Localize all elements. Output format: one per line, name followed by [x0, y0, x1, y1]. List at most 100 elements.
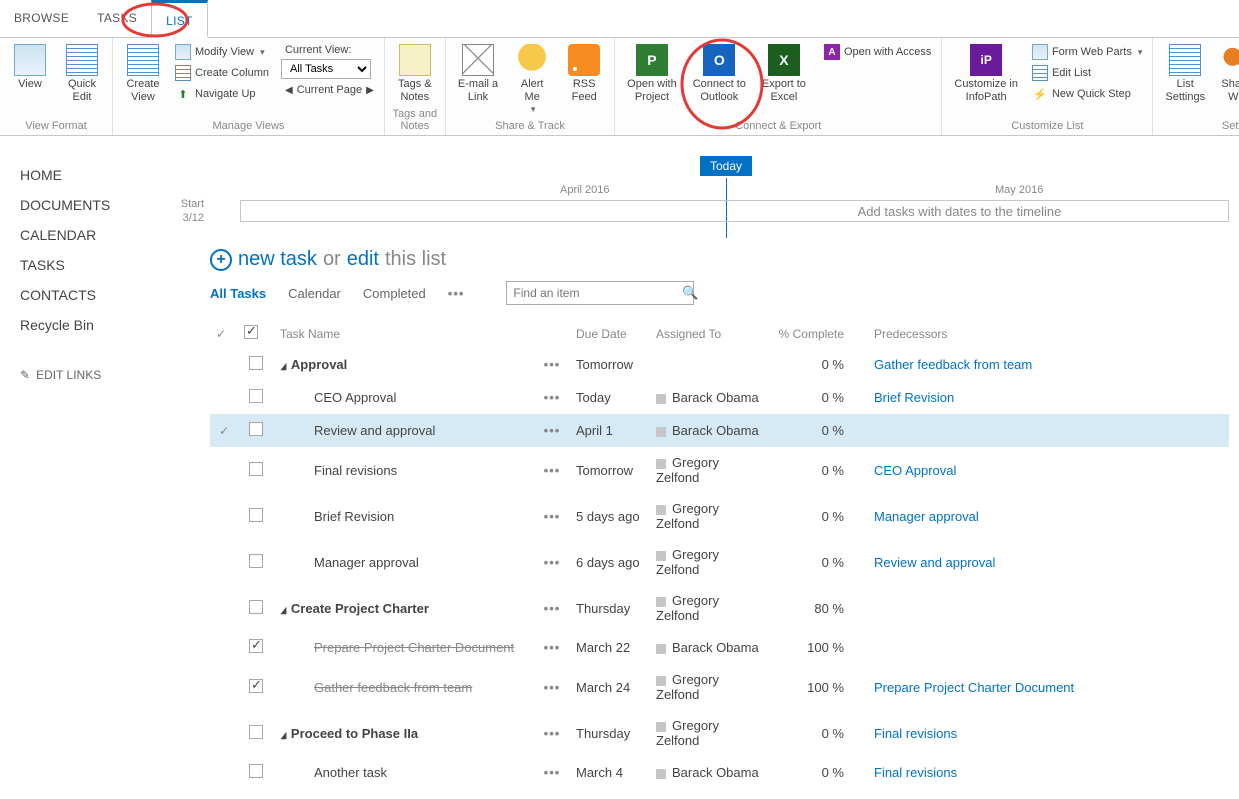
- row-menu-button[interactable]: •••: [544, 463, 561, 478]
- header-checkbox[interactable]: [244, 325, 258, 339]
- row-menu-button[interactable]: •••: [544, 390, 561, 405]
- connect-outlook-button[interactable]: O Connect to Outlook: [687, 42, 752, 106]
- list-settings-button[interactable]: List Settings: [1159, 42, 1211, 106]
- view-completed[interactable]: Completed: [363, 286, 426, 301]
- row-menu-button[interactable]: •••: [544, 601, 561, 616]
- export-excel-button[interactable]: X Export to Excel: [756, 42, 812, 106]
- predecessors[interactable]: Final revisions: [850, 756, 1229, 789]
- alert-me-button[interactable]: Alert Me: [508, 42, 556, 117]
- modify-view-button[interactable]: Modify View: [171, 42, 273, 62]
- row-checkbox[interactable]: [249, 554, 263, 568]
- timeline-box[interactable]: Add tasks with dates to the timeline: [240, 200, 1229, 222]
- row-checkbox[interactable]: [249, 600, 263, 614]
- assigned-to[interactable]: Gregory Zelfond: [650, 539, 770, 585]
- predecessors[interactable]: Final revisions: [850, 710, 1229, 756]
- email-link-button[interactable]: E-mail a Link: [452, 42, 504, 106]
- plus-icon[interactable]: +: [210, 249, 232, 271]
- current-view-select[interactable]: All Tasks: [281, 59, 371, 79]
- table-row[interactable]: Create Project Charter•••ThursdayGregory…: [210, 585, 1229, 631]
- tags-notes-button[interactable]: Tags & Notes: [391, 42, 439, 106]
- customize-infopath-button[interactable]: iP Customize in InfoPath: [948, 42, 1024, 106]
- tab-list[interactable]: LIST: [151, 0, 208, 38]
- prev-icon[interactable]: ◀: [285, 85, 293, 96]
- shared-with-button[interactable]: Shared With: [1215, 42, 1239, 106]
- task-name[interactable]: Manager approval: [280, 555, 419, 570]
- view-button[interactable]: View: [6, 42, 54, 93]
- assigned-to[interactable]: Gregory Zelfond: [650, 493, 770, 539]
- current-page-nav[interactable]: ◀ Current Page ▶: [281, 82, 378, 98]
- table-row[interactable]: Gather feedback from team•••March 24Greg…: [210, 664, 1229, 710]
- table-row[interactable]: Manager approval•••6 days agoGregory Zel…: [210, 539, 1229, 585]
- table-row[interactable]: Brief Revision•••5 days agoGregory Zelfo…: [210, 493, 1229, 539]
- new-task-link[interactable]: new task: [238, 248, 317, 271]
- row-checkbox[interactable]: [249, 725, 263, 739]
- open-with-access-button[interactable]: A Open with Access: [820, 42, 935, 62]
- predecessors[interactable]: [850, 631, 1229, 664]
- more-views-button[interactable]: •••: [448, 286, 465, 301]
- assigned-to[interactable]: Gregory Zelfond: [650, 585, 770, 631]
- row-menu-button[interactable]: •••: [544, 423, 561, 438]
- assigned-to[interactable]: Barack Obama: [650, 631, 770, 664]
- create-view-button[interactable]: Create View: [119, 42, 167, 106]
- row-checkbox[interactable]: [249, 508, 263, 522]
- task-name[interactable]: Another task: [280, 765, 387, 780]
- next-icon[interactable]: ▶: [366, 85, 374, 96]
- form-web-parts-button[interactable]: Form Web Parts: [1028, 42, 1146, 62]
- create-column-button[interactable]: Create Column: [171, 63, 273, 83]
- predecessors[interactable]: [850, 414, 1229, 447]
- row-menu-button[interactable]: •••: [544, 555, 561, 570]
- assigned-to[interactable]: Gregory Zelfond: [650, 664, 770, 710]
- row-menu-button[interactable]: •••: [544, 680, 561, 695]
- navigate-up-button[interactable]: ⬆ Navigate Up: [171, 84, 273, 104]
- sidebar-item-contacts[interactable]: CONTACTS: [20, 280, 196, 310]
- assigned-to[interactable]: Barack Obama: [650, 756, 770, 789]
- sidebar-item-home[interactable]: HOME: [20, 160, 196, 190]
- quick-edit-button[interactable]: Quick Edit: [58, 42, 106, 106]
- table-row[interactable]: Another task•••March 4Barack Obama0 %Fin…: [210, 756, 1229, 789]
- predecessors[interactable]: CEO Approval: [850, 447, 1229, 493]
- col-due-date[interactable]: Due Date: [570, 319, 650, 348]
- assigned-to[interactable]: Gregory Zelfond: [650, 447, 770, 493]
- predecessors[interactable]: Prepare Project Charter Document: [850, 664, 1229, 710]
- table-row[interactable]: Approval•••Tomorrow0 %Gather feedback fr…: [210, 348, 1229, 381]
- row-checkbox[interactable]: [249, 389, 263, 403]
- sidebar-item-tasks[interactable]: TASKS: [20, 250, 196, 280]
- view-calendar[interactable]: Calendar: [288, 286, 341, 301]
- search-input[interactable]: [507, 282, 674, 304]
- col-task-name[interactable]: Task Name: [274, 319, 534, 348]
- task-name[interactable]: Proceed to Phase IIa: [280, 726, 418, 741]
- predecessors[interactable]: [850, 585, 1229, 631]
- predecessors[interactable]: Brief Revision: [850, 381, 1229, 414]
- assigned-to[interactable]: Gregory Zelfond: [650, 710, 770, 756]
- task-name[interactable]: Gather feedback from team: [280, 680, 472, 695]
- edit-links-button[interactable]: ✎ EDIT LINKS: [20, 368, 196, 382]
- row-menu-button[interactable]: •••: [544, 509, 561, 524]
- row-checkbox[interactable]: [249, 764, 263, 778]
- row-checkbox[interactable]: [249, 679, 263, 693]
- sidebar-item-recycle[interactable]: Recycle Bin: [20, 310, 196, 340]
- col-pct-complete[interactable]: % Complete: [770, 319, 850, 348]
- col-predecessors[interactable]: Predecessors: [850, 319, 1229, 348]
- row-checkbox[interactable]: [249, 462, 263, 476]
- select-all-check[interactable]: ✓: [216, 327, 226, 341]
- view-all-tasks[interactable]: All Tasks: [210, 286, 266, 301]
- task-name[interactable]: Create Project Charter: [280, 601, 429, 616]
- assigned-to[interactable]: [650, 348, 770, 381]
- table-row[interactable]: ✓Review and approval•••April 1Barack Oba…: [210, 414, 1229, 447]
- predecessors[interactable]: Review and approval: [850, 539, 1229, 585]
- tab-tasks[interactable]: TASKS: [83, 0, 151, 37]
- task-name[interactable]: CEO Approval: [280, 390, 396, 405]
- edit-list-button[interactable]: Edit List: [1028, 63, 1146, 83]
- task-name[interactable]: Final revisions: [280, 463, 397, 478]
- task-name[interactable]: Review and approval: [280, 423, 435, 438]
- new-quick-step-button[interactable]: ⚡ New Quick Step: [1028, 84, 1146, 104]
- task-name[interactable]: Brief Revision: [280, 509, 394, 524]
- row-checkbox[interactable]: [249, 639, 263, 653]
- tab-browse[interactable]: BROWSE: [0, 0, 83, 37]
- row-menu-button[interactable]: •••: [544, 765, 561, 780]
- search-icon[interactable]: 🔍: [674, 283, 706, 303]
- table-row[interactable]: Proceed to Phase IIa•••ThursdayGregory Z…: [210, 710, 1229, 756]
- table-row[interactable]: CEO Approval•••TodayBarack Obama0 %Brief…: [210, 381, 1229, 414]
- assigned-to[interactable]: Barack Obama: [650, 414, 770, 447]
- predecessors[interactable]: Manager approval: [850, 493, 1229, 539]
